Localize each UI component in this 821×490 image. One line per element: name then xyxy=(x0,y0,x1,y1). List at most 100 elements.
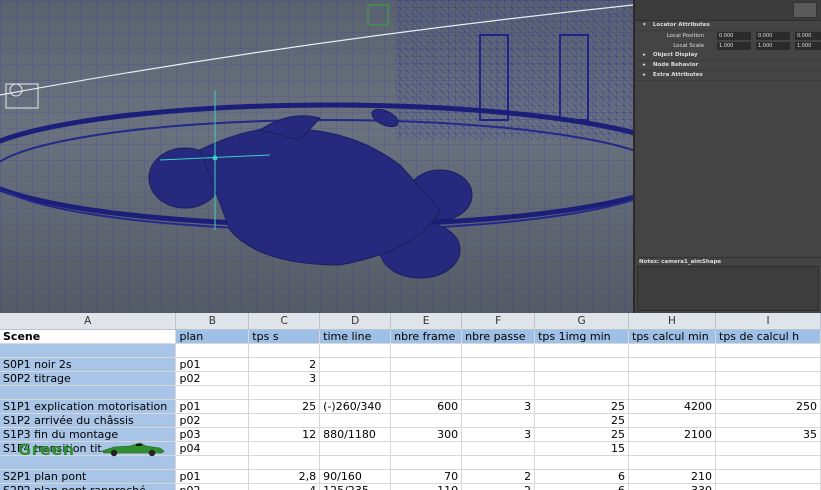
table-cell[interactable]: p01 xyxy=(175,469,250,484)
table-cell[interactable] xyxy=(0,385,177,400)
table-cell[interactable] xyxy=(534,455,630,470)
table-cell[interactable]: S2P2 plan pont rapproché xyxy=(0,483,177,490)
table-cell[interactable]: p02 xyxy=(175,483,250,490)
table-cell[interactable]: 3 xyxy=(461,427,536,442)
table-cell[interactable] xyxy=(715,357,821,372)
table-cell[interactable]: 4 xyxy=(248,483,321,490)
table-cell[interactable]: 25 xyxy=(534,399,630,414)
table-cell[interactable] xyxy=(390,441,463,456)
table-cell[interactable] xyxy=(534,357,630,372)
table-cell[interactable] xyxy=(248,385,321,400)
table-cell[interactable] xyxy=(319,385,392,400)
node-behavior-section[interactable]: ▸ Node Behavior xyxy=(635,61,821,71)
table-cell[interactable]: p02 xyxy=(175,413,250,428)
column-letter-header[interactable]: H xyxy=(628,313,716,330)
header-cell[interactable]: plan xyxy=(175,329,250,344)
table-cell[interactable] xyxy=(175,455,250,470)
table-cell[interactable]: S2P1 plan pont xyxy=(0,469,177,484)
local-scale-x-field[interactable]: 1.000 xyxy=(717,42,751,50)
table-cell[interactable] xyxy=(461,385,536,400)
column-letter-header[interactable]: F xyxy=(461,313,536,330)
table-cell[interactable] xyxy=(319,455,392,470)
table-cell[interactable]: 880/1180 xyxy=(319,427,392,442)
table-cell[interactable] xyxy=(248,413,321,428)
table-cell[interactable] xyxy=(628,343,716,358)
header-cell[interactable]: tps calcul min xyxy=(628,329,716,344)
table-cell[interactable] xyxy=(715,371,821,386)
table-cell[interactable] xyxy=(715,455,821,470)
table-cell[interactable] xyxy=(390,455,463,470)
header-cell[interactable]: nbre passe xyxy=(461,329,536,344)
table-cell[interactable]: S1P3 fin du montage xyxy=(0,427,177,442)
column-letter-header[interactable]: G xyxy=(534,313,630,330)
table-cell[interactable] xyxy=(461,371,536,386)
table-cell[interactable] xyxy=(175,385,250,400)
table-cell[interactable]: p01 xyxy=(175,399,250,414)
table-cell[interactable]: S0P2 titrage xyxy=(0,371,177,386)
column-letter-header[interactable]: A xyxy=(0,313,177,330)
table-cell[interactable]: 300 xyxy=(390,427,463,442)
header-cell[interactable]: nbre frame xyxy=(390,329,463,344)
table-cell[interactable]: 110 xyxy=(390,483,463,490)
table-cell[interactable]: 35 xyxy=(715,427,821,442)
table-cell[interactable]: 6 xyxy=(534,469,630,484)
table-cell[interactable]: S0P1 noir 2s xyxy=(0,357,177,372)
table-cell[interactable]: 125/235 xyxy=(319,483,392,490)
table-cell[interactable] xyxy=(628,455,716,470)
panel-tab[interactable] xyxy=(793,2,817,18)
table-cell[interactable] xyxy=(175,343,250,358)
table-cell[interactable] xyxy=(248,455,321,470)
table-cell[interactable] xyxy=(390,357,463,372)
table-cell[interactable] xyxy=(319,357,392,372)
header-cell[interactable]: time line xyxy=(319,329,392,344)
table-cell[interactable] xyxy=(628,385,716,400)
table-cell[interactable]: 4200 xyxy=(628,399,716,414)
table-cell[interactable]: 2 xyxy=(461,469,536,484)
table-cell[interactable] xyxy=(461,455,536,470)
column-letter-header[interactable]: C xyxy=(248,313,321,330)
header-cell[interactable]: tps s xyxy=(248,329,321,344)
table-cell[interactable]: p01 xyxy=(175,357,250,372)
table-cell[interactable]: 70 xyxy=(390,469,463,484)
table-cell[interactable] xyxy=(715,483,821,490)
table-cell[interactable] xyxy=(534,385,630,400)
table-cell[interactable]: 6 xyxy=(534,483,630,490)
table-cell[interactable]: 25 xyxy=(248,399,321,414)
table-cell[interactable]: 3 xyxy=(461,399,536,414)
table-cell[interactable] xyxy=(390,343,463,358)
table-cell[interactable] xyxy=(461,413,536,428)
table-cell[interactable]: 12 xyxy=(248,427,321,442)
table-cell[interactable]: 25 xyxy=(534,413,630,428)
table-cell[interactable]: 330 xyxy=(628,483,716,490)
local-scale-y-field[interactable]: 1.000 xyxy=(756,42,790,50)
table-cell[interactable] xyxy=(248,441,321,456)
table-cell[interactable]: 250 xyxy=(715,399,821,414)
local-position-z-field[interactable]: 0.000 xyxy=(795,32,821,40)
table-cell[interactable]: 600 xyxy=(390,399,463,414)
table-cell[interactable]: 2,8 xyxy=(248,469,321,484)
table-cell[interactable] xyxy=(319,343,392,358)
extra-attributes-section[interactable]: ▸ Extra Attributes xyxy=(635,71,821,81)
table-cell[interactable]: 3 xyxy=(248,371,321,386)
table-cell[interactable] xyxy=(715,441,821,456)
column-letter-header[interactable]: B xyxy=(175,313,250,330)
table-cell[interactable] xyxy=(0,343,177,358)
table-cell[interactable]: 2100 xyxy=(628,427,716,442)
table-cell[interactable] xyxy=(628,357,716,372)
table-cell[interactable] xyxy=(461,343,536,358)
table-cell[interactable]: 210 xyxy=(628,469,716,484)
header-cell[interactable]: tps 1img min xyxy=(534,329,630,344)
table-cell[interactable] xyxy=(628,413,716,428)
table-cell[interactable]: 25 xyxy=(534,427,630,442)
table-cell[interactable] xyxy=(715,413,821,428)
table-cell[interactable] xyxy=(390,413,463,428)
table-cell[interactable]: p04 xyxy=(175,441,250,456)
table-cell[interactable] xyxy=(534,371,630,386)
table-cell[interactable]: (-)260/340 xyxy=(319,399,392,414)
table-cell[interactable] xyxy=(715,343,821,358)
table-cell[interactable]: p03 xyxy=(175,427,250,442)
locator-attributes-section[interactable]: ▾ Locator Attributes xyxy=(635,21,821,31)
header-cell[interactable]: tps de calcul h xyxy=(715,329,821,344)
table-cell[interactable] xyxy=(628,441,716,456)
column-letter-header[interactable]: D xyxy=(319,313,392,330)
